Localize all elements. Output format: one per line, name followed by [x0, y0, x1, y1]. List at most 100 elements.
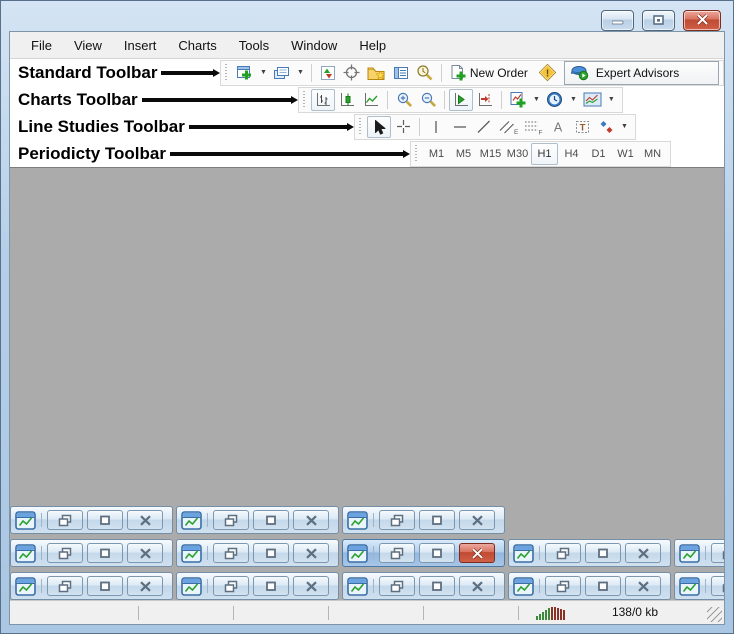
bar-chart-button[interactable] — [311, 89, 335, 111]
data-window-button[interactable] — [340, 62, 364, 84]
new-chart-button[interactable] — [233, 62, 257, 84]
restore-button[interactable] — [213, 576, 249, 596]
menu-insert[interactable]: Insert — [113, 34, 168, 57]
text-button[interactable]: A — [546, 116, 570, 138]
restore-button[interactable] — [379, 576, 415, 596]
timeframe-D1-button[interactable]: D1 — [585, 143, 612, 165]
minimize-button[interactable] — [419, 543, 455, 563]
dropdown-arrow-icon[interactable]: ▼ — [618, 123, 631, 130]
restore-button[interactable] — [47, 543, 83, 563]
minimized-chart-window[interactable] — [508, 539, 671, 567]
market-watch-button[interactable] — [316, 62, 340, 84]
close-button[interactable] — [459, 510, 495, 530]
zoom-out-button[interactable] — [416, 89, 440, 111]
minimize-button[interactable] — [87, 576, 123, 596]
window-maximize-button[interactable] — [642, 10, 675, 31]
equidistant-channel-button[interactable]: E — [496, 116, 521, 138]
restore-button[interactable] — [711, 576, 724, 596]
close-button[interactable] — [459, 576, 495, 596]
timeframe-MN-button[interactable]: MN — [639, 143, 666, 165]
line-chart-button[interactable] — [359, 89, 383, 111]
close-button[interactable] — [459, 543, 495, 563]
close-button[interactable] — [127, 543, 163, 563]
restore-button[interactable] — [213, 543, 249, 563]
minimize-button[interactable] — [253, 576, 289, 596]
menu-charts[interactable]: Charts — [167, 34, 227, 57]
minimize-button[interactable] — [419, 576, 455, 596]
minimize-button[interactable] — [585, 543, 621, 563]
minimize-button[interactable] — [419, 510, 455, 530]
timeframe-M5-button[interactable]: M5 — [450, 143, 477, 165]
timeframe-H4-button[interactable]: H4 — [558, 143, 585, 165]
restore-button[interactable] — [545, 576, 581, 596]
timeframe-H1-button[interactable]: H1 — [531, 143, 558, 165]
minimized-chart-window[interactable] — [176, 506, 339, 534]
menu-tools[interactable]: Tools — [228, 34, 280, 57]
minimized-chart-window[interactable] — [176, 572, 339, 600]
minimized-chart-window[interactable] — [342, 572, 505, 600]
dropdown-arrow-icon[interactable]: ▼ — [257, 69, 270, 76]
text-label-button[interactable]: T — [570, 116, 594, 138]
chart-shift-button[interactable] — [473, 89, 497, 111]
timeframe-M15-button[interactable]: M15 — [477, 143, 504, 165]
close-button[interactable] — [293, 510, 329, 530]
toolbar-grip[interactable] — [303, 91, 307, 109]
minimize-button[interactable] — [585, 576, 621, 596]
candlestick-chart-button[interactable] — [335, 89, 359, 111]
dropdown-arrow-icon[interactable]: ▼ — [605, 96, 618, 103]
indicators-button[interactable] — [506, 89, 530, 111]
title-bar[interactable] — [1, 1, 733, 31]
close-button[interactable] — [625, 576, 661, 596]
profiles-button[interactable] — [270, 62, 294, 84]
periods-button[interactable] — [543, 89, 567, 111]
minimized-chart-window[interactable] — [10, 539, 173, 567]
minimized-chart-window[interactable] — [176, 539, 339, 567]
toolbar-grip[interactable] — [415, 145, 419, 163]
toolbar-grip[interactable] — [359, 118, 363, 136]
minimize-button[interactable] — [87, 510, 123, 530]
vertical-line-button[interactable] — [424, 116, 448, 138]
restore-button[interactable] — [47, 510, 83, 530]
minimized-chart-window-active[interactable] — [342, 539, 505, 567]
timeframe-M1-button[interactable]: M1 — [423, 143, 450, 165]
restore-button[interactable] — [711, 543, 724, 563]
restore-button[interactable] — [213, 510, 249, 530]
restore-button[interactable] — [379, 543, 415, 563]
menu-window[interactable]: Window — [280, 34, 348, 57]
minimized-chart-window[interactable] — [674, 539, 724, 567]
close-button[interactable] — [625, 543, 661, 563]
menu-view[interactable]: View — [63, 34, 113, 57]
close-button[interactable] — [293, 576, 329, 596]
minimized-chart-window[interactable] — [342, 506, 505, 534]
minimize-button[interactable] — [87, 543, 123, 563]
window-minimize-button[interactable] — [601, 10, 634, 31]
expert-advisors-button[interactable]: Expert Advisors — [564, 61, 719, 85]
restore-button[interactable] — [379, 510, 415, 530]
close-button[interactable] — [127, 510, 163, 530]
templates-button[interactable] — [580, 89, 605, 111]
dropdown-arrow-icon[interactable]: ▼ — [530, 96, 543, 103]
trendline-button[interactable] — [472, 116, 496, 138]
fibonacci-retracement-button[interactable]: F — [521, 116, 546, 138]
dropdown-arrow-icon[interactable]: ▼ — [567, 96, 580, 103]
minimized-chart-window[interactable] — [10, 506, 173, 534]
auto-scroll-button[interactable] — [449, 89, 473, 111]
menu-file[interactable]: File — [20, 34, 63, 57]
close-button[interactable] — [127, 576, 163, 596]
minimized-chart-window[interactable] — [508, 572, 671, 600]
crosshair-button[interactable] — [391, 116, 415, 138]
minimize-button[interactable] — [253, 543, 289, 563]
minimize-button[interactable] — [253, 510, 289, 530]
resize-grip[interactable] — [707, 607, 722, 622]
new-order-button[interactable]: New Order — [446, 62, 535, 84]
navigator-button[interactable] — [364, 62, 389, 84]
cursor-button[interactable] — [367, 116, 391, 138]
strategy-tester-button[interactable] — [413, 62, 437, 84]
terminal-button[interactable] — [389, 62, 413, 84]
dropdown-arrow-icon[interactable]: ▼ — [294, 69, 307, 76]
restore-button[interactable] — [47, 576, 83, 596]
timeframe-M30-button[interactable]: M30 — [504, 143, 531, 165]
horizontal-line-button[interactable] — [448, 116, 472, 138]
toolbar-grip[interactable] — [225, 64, 229, 82]
minimized-chart-window[interactable] — [674, 572, 724, 600]
